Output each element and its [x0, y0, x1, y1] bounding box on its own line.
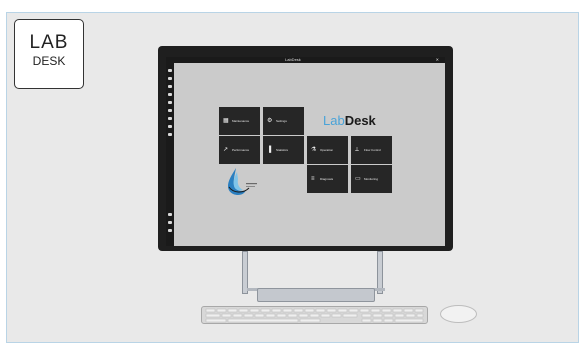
- tile-flow-control[interactable]: ⟂ Flow Control: [351, 136, 392, 164]
- close-icon[interactable]: ✕: [436, 57, 439, 63]
- brand-lab: Lab: [323, 113, 345, 128]
- home-icon[interactable]: [168, 77, 172, 80]
- screen-topbar: LabDesk ✕: [166, 57, 445, 63]
- screen-sidebar: [166, 63, 174, 246]
- brand-desk: Desk: [344, 113, 376, 128]
- flask-icon: ⚗: [311, 147, 317, 153]
- settings-icon[interactable]: [168, 117, 172, 120]
- tile-label: Operation: [320, 148, 334, 152]
- mouse: [440, 305, 477, 323]
- tile-operation[interactable]: ⚗ Operation: [307, 136, 348, 164]
- screen-title: LabDesk: [285, 57, 301, 62]
- menu-icon[interactable]: [168, 69, 172, 72]
- line-chart-icon: ↗: [223, 147, 229, 153]
- keyboard-keys: [205, 308, 424, 323]
- water-drop-logo: [228, 168, 257, 195]
- logo-line-lab: LAB: [29, 32, 69, 53]
- tile-label: Performance: [232, 148, 250, 152]
- keyboard: [201, 306, 428, 324]
- grid-icon: ▦: [223, 118, 229, 124]
- tablet-icon: ▭: [355, 176, 361, 182]
- tile-label: Monitoring: [364, 177, 379, 181]
- tile-label: Diagnosis: [320, 177, 334, 181]
- tile-maintenance[interactable]: ▦ Maintenance: [219, 107, 260, 135]
- levels-icon: ≡: [311, 176, 315, 182]
- document-icon[interactable]: [168, 125, 172, 128]
- grid-icon[interactable]: [168, 85, 172, 88]
- tile-settings[interactable]: ⚙ Settings: [263, 107, 304, 135]
- power-icon[interactable]: [168, 229, 172, 232]
- tile-label: Maintenance: [232, 119, 250, 123]
- gear-icon: ⚙: [267, 118, 273, 124]
- tile-label: Settings: [276, 119, 287, 123]
- bar-chart-icon: ▐: [267, 147, 272, 153]
- tile-statistics[interactable]: ▐ Statistics: [263, 136, 304, 164]
- bell-icon[interactable]: [168, 213, 172, 216]
- tile-performance[interactable]: ↗ Performance: [219, 136, 260, 164]
- info-icon[interactable]: [168, 133, 172, 136]
- user-icon[interactable]: [168, 109, 172, 112]
- tile-diagnosis[interactable]: ≡ Diagnosis: [307, 165, 348, 193]
- flask-icon[interactable]: [168, 101, 172, 104]
- monitor-screen: LabDesk ✕ LabDesk ▦ Maintenance ⚙ Settin…: [166, 57, 445, 246]
- tile-monitoring[interactable]: ▭ Monitoring: [351, 165, 392, 193]
- chart-icon[interactable]: [168, 93, 172, 96]
- logo-line-desk: DESK: [32, 54, 66, 68]
- pump-icon: ⟂: [355, 147, 360, 153]
- tile-label: Statistics: [276, 148, 289, 152]
- labdesk-logo: LAB DESK: [14, 19, 84, 89]
- stand-base: [257, 288, 375, 302]
- labdesk-brand: LabDesk: [323, 114, 376, 128]
- tile-label: Flow Control: [364, 148, 381, 152]
- help-icon[interactable]: [168, 221, 172, 224]
